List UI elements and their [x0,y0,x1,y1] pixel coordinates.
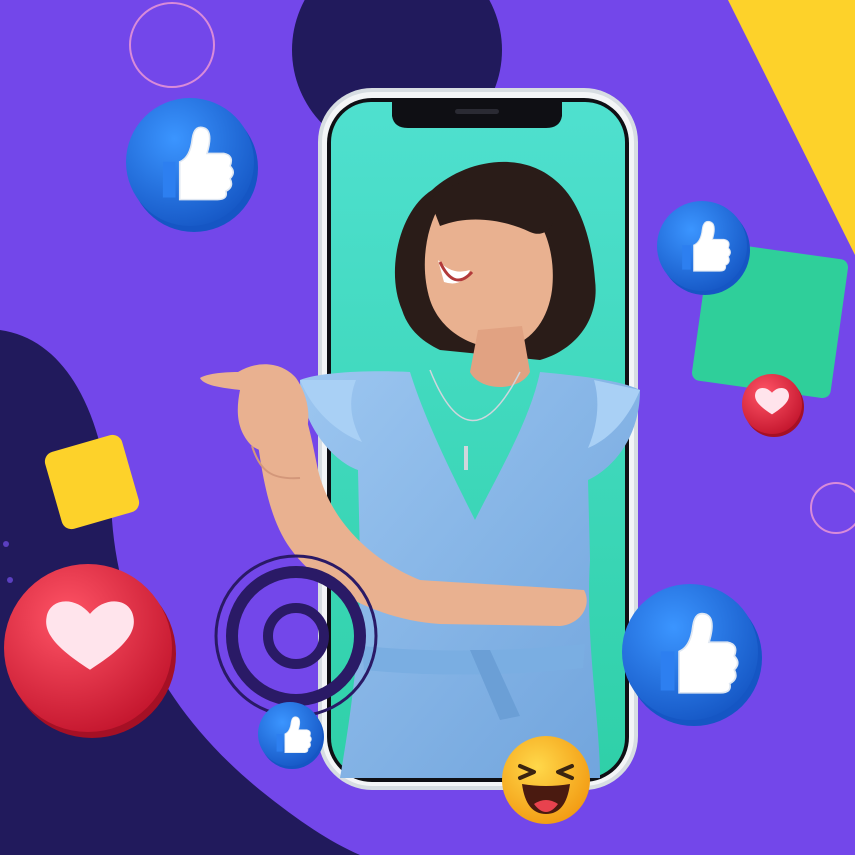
laughing-emoji-icon [502,736,590,824]
illustration [0,0,855,855]
phone-notch [392,102,562,128]
dot [3,541,9,547]
dot [7,577,13,583]
social-media-promo-image [0,0,855,855]
